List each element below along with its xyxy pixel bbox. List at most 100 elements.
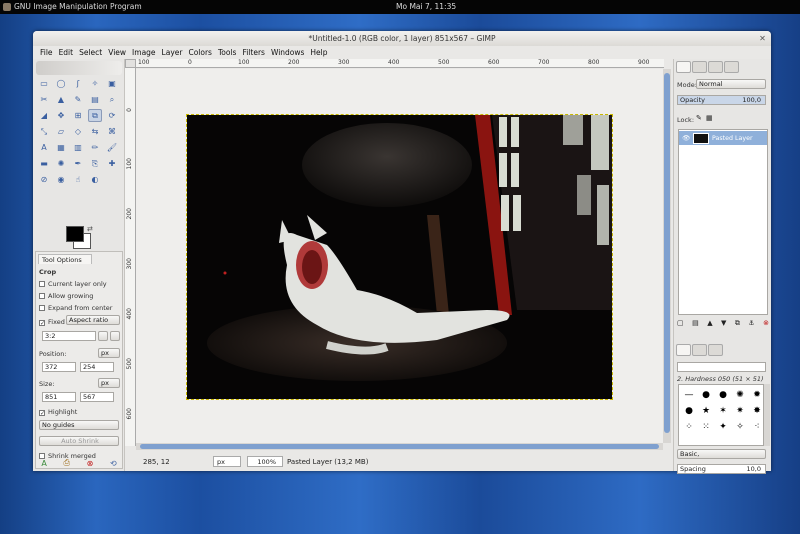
- cage-tool-icon[interactable]: ⌘: [105, 125, 119, 138]
- lower-layer-icon[interactable]: ▼: [721, 319, 726, 328]
- blend-tool-icon[interactable]: ▥: [71, 141, 85, 154]
- layers-tab[interactable]: [676, 61, 691, 73]
- eraser-tool-icon[interactable]: ▬: [37, 157, 51, 170]
- menu-windows[interactable]: Windows: [268, 47, 307, 59]
- lock-pixels-icon[interactable]: ✎: [696, 114, 702, 122]
- foreground-color-swatch[interactable]: [66, 226, 84, 242]
- ink-tool-icon[interactable]: ✒: [71, 157, 85, 170]
- patterns-tab[interactable]: [692, 344, 707, 356]
- opacity-slider[interactable]: Opacity 100,0: [677, 95, 766, 105]
- save-options-icon[interactable]: A: [41, 459, 46, 468]
- reset-options-icon[interactable]: ⟲: [110, 459, 117, 468]
- measure-tool-icon[interactable]: ◢: [37, 109, 51, 122]
- rotate-tool-icon[interactable]: ⟳: [105, 109, 119, 122]
- auto-shrink-button[interactable]: Auto Shrink: [39, 436, 119, 446]
- airbrush-tool-icon[interactable]: ✺: [54, 157, 68, 170]
- brush-preview[interactable]: ●: [698, 387, 714, 402]
- paintbrush-tool-icon[interactable]: 🖌: [105, 141, 119, 154]
- size-width-field[interactable]: 851: [42, 392, 76, 402]
- vertical-scrollbar[interactable]: [663, 69, 671, 443]
- smudge-tool-icon[interactable]: ☝: [71, 173, 85, 186]
- scroll-thumb[interactable]: [664, 73, 670, 433]
- zoom-select[interactable]: 100%: [247, 456, 283, 467]
- scroll-thumb[interactable]: [140, 444, 659, 449]
- anchor-layer-icon[interactable]: ⚓: [748, 319, 754, 328]
- brush-preview[interactable]: —: [681, 387, 697, 402]
- fuzzy-select-tool-icon[interactable]: ✧: [88, 77, 102, 90]
- brush-scrollbar[interactable]: [764, 384, 770, 446]
- blur-tool-icon[interactable]: ◉: [54, 173, 68, 186]
- brush-preview[interactable]: ●: [715, 387, 731, 402]
- brush-preview[interactable]: ⁘: [681, 419, 697, 434]
- menu-edit[interactable]: Edit: [56, 47, 77, 59]
- brush-preview[interactable]: ✺: [732, 387, 748, 402]
- ellipse-select-tool-icon[interactable]: ◯: [54, 77, 68, 90]
- tab-tool-options[interactable]: Tool Options: [38, 254, 92, 264]
- portrait-toggle[interactable]: [110, 331, 120, 341]
- vertical-ruler[interactable]: 0 100 200 300 400 500 600: [125, 68, 136, 446]
- position-unit-select[interactable]: px: [98, 348, 120, 358]
- menu-file[interactable]: File: [37, 47, 56, 59]
- swap-colors-icon[interactable]: ⇄: [87, 225, 93, 233]
- menu-tools[interactable]: Tools: [215, 47, 239, 59]
- by-color-select-tool-icon[interactable]: ▣: [105, 77, 119, 90]
- clock[interactable]: Mo Mai 7, 11:35: [396, 2, 456, 11]
- fixed-mode-select[interactable]: Aspect ratio: [66, 315, 120, 325]
- ruler-corner[interactable]: [125, 59, 136, 68]
- paths-tab[interactable]: [708, 61, 723, 73]
- highlight-checkbox[interactable]: ✓ Highlight: [39, 408, 77, 417]
- eye-icon[interactable]: 👁: [682, 134, 690, 142]
- menu-select[interactable]: Select: [76, 47, 105, 59]
- brush-preview[interactable]: ●: [681, 403, 697, 418]
- pencil-tool-icon[interactable]: ✏: [88, 141, 102, 154]
- brush-preview[interactable]: ⁖: [749, 419, 765, 434]
- paths-tool-icon[interactable]: ✎: [71, 93, 85, 106]
- close-icon[interactable]: ✕: [758, 34, 767, 43]
- shear-tool-icon[interactable]: ▱: [54, 125, 68, 138]
- fixed-checkbox[interactable]: ✓ Fixed: [39, 318, 65, 327]
- layer-name[interactable]: Pasted Layer: [712, 135, 753, 142]
- bucket-fill-tool-icon[interactable]: ▦: [54, 141, 68, 154]
- brush-preview[interactable]: ★: [698, 403, 714, 418]
- position-x-field[interactable]: 372: [42, 362, 76, 372]
- flip-tool-icon[interactable]: ⇆: [88, 125, 102, 138]
- image-canvas[interactable]: [186, 114, 613, 400]
- restore-options-icon[interactable]: ⎙: [63, 458, 69, 468]
- new-layer-icon[interactable]: ▢: [677, 319, 684, 328]
- menu-help[interactable]: Help: [307, 47, 330, 59]
- brush-preview[interactable]: ✧: [732, 419, 748, 434]
- new-group-icon[interactable]: ▤: [692, 319, 699, 328]
- heal-tool-icon[interactable]: ✚: [105, 157, 119, 170]
- mode-select[interactable]: Normal: [696, 79, 766, 89]
- menu-layer[interactable]: Layer: [159, 47, 186, 59]
- brush-preset-select[interactable]: Basic,: [677, 449, 766, 459]
- menu-image[interactable]: Image: [129, 47, 159, 59]
- scale-tool-icon[interactable]: ⤡: [37, 125, 51, 138]
- current-layer-only-checkbox[interactable]: Current layer only: [39, 280, 107, 288]
- channels-tab[interactable]: [692, 61, 707, 73]
- spacing-slider[interactable]: Spacing 10,0: [677, 464, 766, 474]
- brush-grid[interactable]: — ● ● ✺ ✹ ● ★ ✶ ✷ ✸ ⁘ ⁙ ✦ ✧ ⁖: [678, 384, 764, 446]
- undo-tab[interactable]: [724, 61, 739, 73]
- align-tool-icon[interactable]: ⊞: [71, 109, 85, 122]
- landscape-toggle[interactable]: [98, 331, 108, 341]
- guides-select[interactable]: No guides: [39, 420, 119, 430]
- raise-layer-icon[interactable]: ▲: [707, 319, 712, 328]
- duplicate-layer-icon[interactable]: ⧉: [735, 319, 740, 328]
- position-y-field[interactable]: 254: [80, 362, 114, 372]
- brush-preview[interactable]: ✹: [749, 387, 765, 402]
- size-height-field[interactable]: 567: [80, 392, 114, 402]
- free-select-tool-icon[interactable]: ʃ: [71, 77, 85, 90]
- horizontal-scrollbar[interactable]: [136, 443, 663, 450]
- menu-view[interactable]: View: [105, 47, 129, 59]
- move-tool-icon[interactable]: ✥: [54, 109, 68, 122]
- layer-row[interactable]: 👁 Pasted Layer: [679, 131, 767, 145]
- wilber-drop-area[interactable]: [36, 61, 122, 75]
- color-picker-tool-icon[interactable]: ▤: [88, 93, 102, 106]
- delete-layer-icon[interactable]: ⊗: [763, 319, 769, 328]
- brush-preview[interactable]: ✦: [715, 419, 731, 434]
- perspective-tool-icon[interactable]: ◇: [71, 125, 85, 138]
- unit-select[interactable]: px: [213, 456, 241, 467]
- allow-growing-checkbox[interactable]: Allow growing: [39, 292, 93, 300]
- menu-filters[interactable]: Filters: [239, 47, 267, 59]
